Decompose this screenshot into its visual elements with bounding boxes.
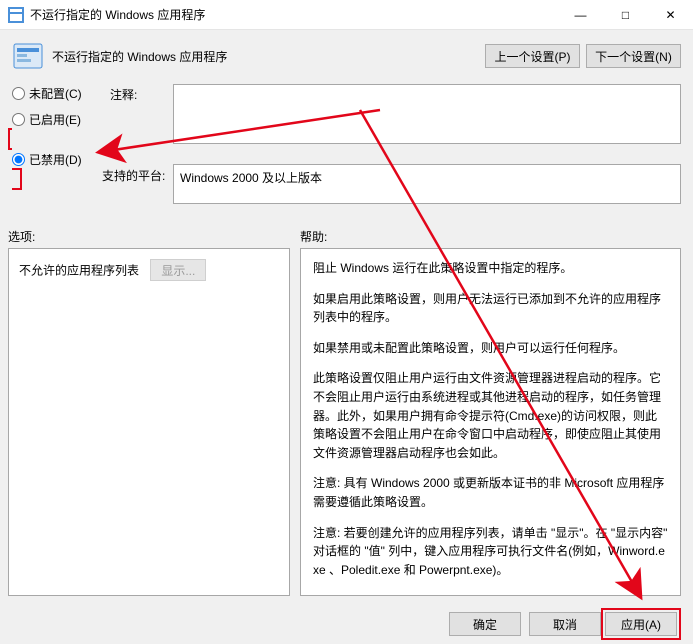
disabled-highlight: 已禁用(D)	[8, 128, 82, 190]
help-p1: 阻止 Windows 运行在此策略设置中指定的程序。	[313, 259, 668, 278]
help-p3: 如果禁用或未配置此策略设置，则用户可以运行任何程序。	[313, 339, 668, 358]
close-button[interactable]: ✕	[648, 0, 693, 30]
titlebar: 不运行指定的 Windows 应用程序 — □ ✕	[0, 0, 693, 30]
header: 不运行指定的 Windows 应用程序 上一个设置(P) 下一个设置(N)	[0, 30, 693, 80]
apply-button[interactable]: 应用(A)	[605, 612, 677, 636]
radio-enabled-input[interactable]	[12, 113, 25, 126]
radio-enabled-label: 已启用(E)	[29, 111, 81, 128]
comment-label: 注释:	[110, 86, 137, 103]
policy-icon	[12, 40, 44, 72]
window-title: 不运行指定的 Windows 应用程序	[30, 6, 558, 23]
help-p4: 此策略设置仅阻止用户运行由文件资源管理器进程启动的程序。它不会阻止用户运行由系统…	[313, 369, 668, 462]
apply-highlight: 应用(A)	[601, 608, 681, 640]
radio-not-configured-input[interactable]	[12, 87, 25, 100]
help-p6: 注意: 若要创建允许的应用程序列表，请单击 "显示"。在 "显示内容" 对话框的…	[313, 524, 668, 580]
disallowed-list-label: 不允许的应用程序列表	[19, 264, 139, 278]
options-label: 选项:	[8, 228, 35, 245]
help-p2: 如果启用此策略设置，则用户无法运行已添加到不允许的应用程序列表中的程序。	[313, 290, 668, 327]
platform-value: Windows 2000 及以上版本	[180, 171, 322, 185]
app-icon	[8, 7, 24, 23]
radio-disabled-input[interactable]	[12, 153, 25, 166]
radio-disabled-label: 已禁用(D)	[29, 151, 82, 168]
help-label: 帮助:	[300, 228, 327, 245]
next-setting-button[interactable]: 下一个设置(N)	[586, 44, 681, 68]
platform-label: 支持的平台:	[102, 167, 165, 184]
show-button: 显示...	[150, 259, 206, 281]
radio-not-configured[interactable]: 未配置(C)	[12, 80, 82, 106]
platform-box: Windows 2000 及以上版本	[173, 164, 681, 204]
minimize-button[interactable]: —	[558, 0, 603, 30]
options-panel: 不允许的应用程序列表 显示...	[8, 248, 290, 596]
ok-button[interactable]: 确定	[449, 612, 521, 636]
cancel-button[interactable]: 取消	[529, 612, 601, 636]
maximize-button[interactable]: □	[603, 0, 648, 30]
radio-not-configured-label: 未配置(C)	[29, 85, 82, 102]
header-title: 不运行指定的 Windows 应用程序	[52, 48, 479, 65]
radio-enabled[interactable]: 已启用(E)	[12, 106, 82, 132]
state-radio-group: 未配置(C) 已启用(E) 已禁用(D)	[12, 80, 82, 186]
comment-textarea[interactable]	[173, 84, 681, 144]
previous-setting-button[interactable]: 上一个设置(P)	[485, 44, 580, 68]
help-p5: 注意: 具有 Windows 2000 或更新版本证书的非 Microsoft …	[313, 474, 668, 511]
help-panel[interactable]: 阻止 Windows 运行在此策略设置中指定的程序。 如果启用此策略设置，则用户…	[300, 248, 681, 596]
button-bar: 确定 取消 应用(A)	[0, 604, 693, 644]
radio-disabled[interactable]: 已禁用(D)	[12, 146, 82, 172]
